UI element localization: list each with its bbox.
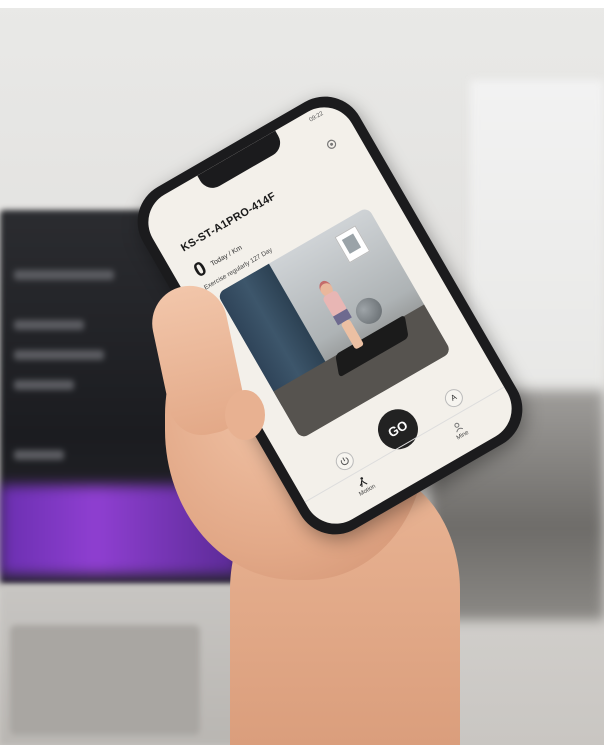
top-border bbox=[0, 0, 604, 8]
tab-mine[interactable]: Mine bbox=[438, 413, 482, 449]
photo-scene: 09:22 KS-ST-A1PRO-414F 0 Today / Km Exer… bbox=[0, 0, 604, 745]
power-icon bbox=[340, 457, 349, 466]
wall-art bbox=[334, 225, 371, 264]
gear-icon[interactable] bbox=[323, 136, 339, 152]
tab-motion[interactable]: Motion bbox=[343, 468, 387, 504]
auto-mode-button[interactable]: A bbox=[441, 385, 467, 411]
power-button[interactable] bbox=[332, 448, 358, 474]
today-value: 0 bbox=[189, 257, 211, 283]
status-time: 09:22 bbox=[308, 110, 325, 124]
finger-tip bbox=[225, 390, 265, 440]
blurred-laptop bbox=[0, 585, 260, 745]
